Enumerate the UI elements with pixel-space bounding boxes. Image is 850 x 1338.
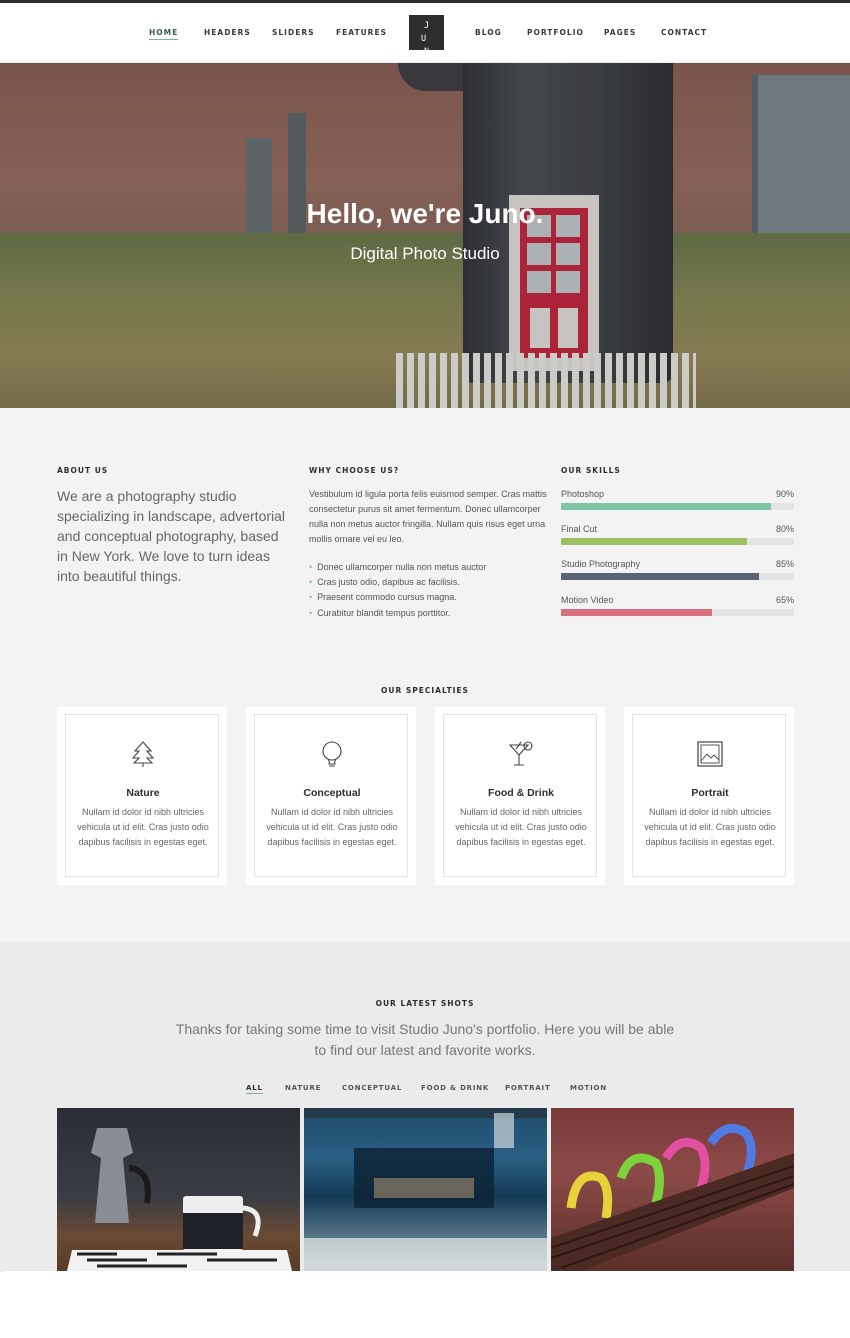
page-bottom-blank [4, 1271, 850, 1338]
nav-home[interactable]: HOME [149, 28, 179, 40]
nav-headers[interactable]: HEADERS [204, 28, 251, 37]
filter-nature[interactable]: NATURE [285, 1084, 321, 1092]
filter-conceptual[interactable]: CONCEPTUAL [342, 1084, 402, 1092]
specialty-card-inner: Portrait Nullam id dolor id nibh ultrici… [632, 714, 786, 877]
filter-food-drink[interactable]: FOOD & DRINK [421, 1084, 489, 1092]
shots-intro: Thanks for taking some time to visit Stu… [175, 1021, 675, 1058]
specialty-card-inner: Conceptual Nullam id dolor id nibh ultri… [254, 714, 408, 877]
bench-photo-art [551, 1123, 794, 1271]
lightbulb-icon [322, 741, 342, 767]
skill-motion-video: Motion Video 65% [561, 595, 794, 625]
skill-percent: 90% [775, 489, 794, 499]
nav-pages[interactable]: PAGES [604, 28, 636, 37]
portfolio-photo-motion[interactable] [304, 1108, 547, 1271]
specialty-title: Nature [126, 787, 160, 799]
about-heading: ABOUT US [57, 466, 109, 475]
skill-fill [561, 609, 713, 616]
specialty-desc: Nullam id dolor id nibh ultricies vehicu… [77, 807, 209, 847]
nav-portfolio[interactable]: PORTFOLIO [527, 28, 584, 37]
skill-label: Final Cut [561, 524, 598, 534]
why-text: Vestibulum id ligula porta felis euismod… [309, 489, 547, 544]
specialty-title: Food & Drink [488, 787, 554, 799]
skill-label: Motion Video [561, 595, 614, 605]
specialties-heading: OUR SPECIALTIES [381, 686, 469, 695]
portfolio-photo-bench[interactable] [551, 1108, 794, 1271]
specialty-title: Conceptual [303, 787, 361, 799]
shots-heading: OUR LATEST SHOTS [375, 999, 475, 1008]
portfolio-photo-coffee[interactable] [57, 1108, 300, 1271]
skill-fill [561, 573, 760, 580]
filter-motion[interactable]: MOTION [570, 1084, 607, 1092]
skill-fill [561, 503, 771, 510]
nav-contact[interactable]: CONTACT [661, 28, 707, 37]
filter-all[interactable]: ALL [246, 1084, 263, 1094]
list-item: Donec ullamcorper nulla non metus auctor [309, 560, 549, 575]
juno-logo[interactable]: J U N O [409, 15, 444, 70]
about-text: We are a photography studio specializing… [57, 488, 286, 584]
list-item: Cras justo odio, dapibus ac facilisis. [309, 575, 549, 590]
hero-title: Hello, we're Juno. [306, 198, 544, 229]
specialty-card-inner: Nature Nullam id dolor id nibh ultricies… [65, 714, 219, 877]
specialty-card-portrait[interactable]: Portrait Nullam id dolor id nibh ultrici… [624, 707, 794, 885]
motion-photo-art [304, 1108, 547, 1271]
main-navbar: HOME HEADERS SLIDERS FEATURES J U N O BL… [0, 3, 850, 70]
skill-percent: 65% [775, 595, 794, 605]
skill-label: Studio Photography [561, 559, 641, 569]
tree-icon [131, 741, 155, 767]
why-list: Donec ullamcorper nulla non metus auctor… [309, 560, 549, 621]
specialty-desc: Nullam id dolor id nibh ultricies vehicu… [455, 807, 587, 847]
skill-track [561, 503, 794, 510]
hero-dark-overlay [0, 63, 850, 408]
skill-track [561, 573, 794, 580]
specialty-desc: Nullam id dolor id nibh ultricies vehicu… [266, 807, 398, 847]
skill-fill [561, 538, 748, 545]
skill-percent: 85% [775, 559, 794, 569]
hero-subtitle: Digital Photo Studio [350, 244, 500, 263]
coffee-photo-art [67, 1128, 292, 1271]
list-item: Curabitur blandit tempus porttitor. [309, 606, 549, 621]
specialty-card-conceptual[interactable]: Conceptual Nullam id dolor id nibh ultri… [246, 707, 416, 885]
nav-sliders[interactable]: SLIDERS [272, 28, 315, 37]
skill-label: Photoshop [561, 489, 605, 499]
skill-track [561, 609, 794, 616]
list-item: Praesent commodo cursus magna. [309, 590, 549, 605]
specialty-card-nature[interactable]: Nature Nullam id dolor id nibh ultricies… [57, 707, 227, 885]
why-heading: WHY CHOOSE US? [309, 466, 400, 475]
logo-text-top: J U [420, 21, 436, 44]
skill-percent: 80% [775, 524, 794, 534]
nav-blog[interactable]: BLOG [475, 28, 502, 37]
skill-track [561, 538, 794, 545]
hero-banner [0, 63, 850, 408]
skill-photoshop: Photoshop 90% [561, 489, 794, 519]
skill-studio-photography: Studio Photography 85% [561, 559, 794, 589]
specialty-card-food-drink[interactable]: Food & Drink Nullam id dolor id nibh ult… [435, 707, 605, 885]
skill-final-cut: Final Cut 80% [561, 524, 794, 554]
nav-features[interactable]: FEATURES [336, 28, 387, 37]
picture-icon [697, 741, 723, 767]
specialty-title: Portrait [691, 787, 729, 799]
filter-portrait[interactable]: PORTRAIT [505, 1084, 551, 1092]
cocktail-icon [508, 741, 533, 766]
specialty-card-inner: Food & Drink Nullam id dolor id nibh ult… [443, 714, 597, 877]
specialty-desc: Nullam id dolor id nibh ultricies vehicu… [644, 807, 776, 847]
skills-heading: OUR SKILLS [561, 466, 621, 475]
